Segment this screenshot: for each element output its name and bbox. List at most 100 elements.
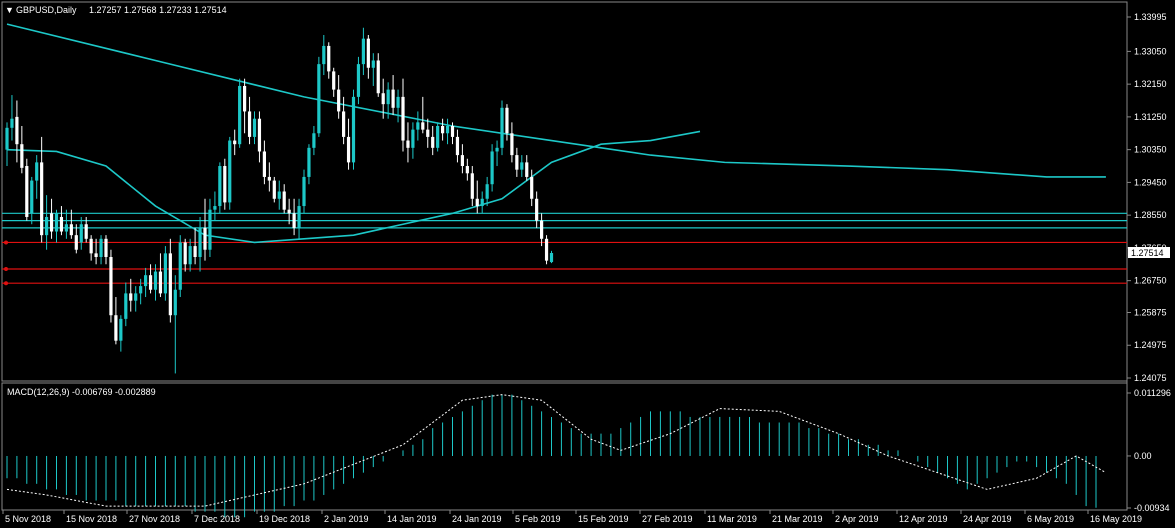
date-tick-label: 12 Apr 2019	[899, 514, 948, 524]
candle-body	[396, 96, 400, 108]
candle-body	[178, 242, 182, 290]
date-tick-label: 5 Feb 2019	[515, 514, 561, 524]
candle-body	[272, 180, 276, 199]
candle-body	[317, 64, 321, 134]
level-handle[interactable]	[4, 240, 8, 245]
price-tick-label: 1.24975	[1134, 340, 1167, 350]
candle-body	[505, 107, 509, 134]
candle-body	[426, 129, 430, 137]
price-tick-label: 1.28550	[1134, 210, 1167, 220]
candle-body	[243, 85, 247, 112]
candle-body	[431, 136, 435, 148]
candle-body	[470, 173, 474, 199]
date-axis: 5 Nov 2018 15 Nov 2018 27 Nov 2018 7 Dec 20…	[2, 510, 1142, 524]
candle-body	[114, 315, 118, 341]
candle-body	[465, 166, 469, 174]
candle-body	[292, 213, 296, 228]
candle-body	[327, 45, 331, 72]
candle-body	[500, 107, 504, 148]
candle-body	[342, 111, 346, 137]
candle-body	[84, 224, 88, 239]
date-tick-label: 27 Feb 2019	[642, 514, 693, 524]
price-tick-label: 1.33050	[1134, 46, 1167, 56]
candle-body	[322, 45, 326, 65]
candle-body	[233, 140, 237, 145]
candle-body	[168, 253, 172, 316]
date-tick-label: 7 Dec 2018	[194, 514, 240, 524]
candle-body	[337, 89, 341, 112]
date-tick-label: 24 Jan 2019	[452, 514, 502, 524]
candle-body	[406, 140, 410, 148]
macd-tick-label: -0.00934	[1134, 503, 1170, 513]
candle-body	[59, 216, 64, 232]
candle-body	[530, 176, 534, 199]
candle-body	[401, 96, 405, 141]
candle-body	[257, 118, 262, 152]
price-tick-label: 1.29450	[1134, 177, 1167, 187]
candle-body	[544, 238, 549, 261]
candle-body	[366, 38, 370, 68]
candle-body	[445, 125, 450, 134]
macd-tick-label: 0.00	[1134, 451, 1152, 461]
candle-body	[450, 125, 455, 137]
candle-body	[361, 38, 365, 65]
candle-body	[287, 209, 291, 214]
date-tick-label: 27 Nov 2018	[129, 514, 180, 524]
candle-body	[535, 198, 539, 221]
candle-body	[54, 213, 59, 232]
candle-body	[525, 162, 529, 177]
candle-body	[183, 242, 187, 265]
candle-body	[520, 162, 524, 170]
candle-body	[30, 180, 34, 214]
candle-body	[356, 64, 361, 97]
macd-panel[interactable]	[1, 382, 1128, 511]
candle-body	[247, 111, 252, 137]
candle-body	[421, 122, 425, 130]
candle-body	[124, 293, 128, 319]
candle-body	[252, 118, 257, 137]
price-tick-label: 1.26750	[1134, 276, 1167, 286]
candle-body	[436, 125, 440, 148]
candle-body	[203, 227, 207, 250]
candle-body	[153, 271, 158, 290]
candle-body	[371, 60, 375, 68]
candle-body	[262, 151, 266, 177]
candle-body	[163, 253, 167, 294]
price-chart[interactable]: 1.33995 1.33050 1.32150 1.31250 1.30350 1.294…	[0, 0, 1175, 528]
candle-body	[10, 118, 14, 128]
date-tick-label: 19 Dec 2018	[259, 514, 310, 524]
price-panel[interactable]	[1, 1, 1128, 382]
macd-label: MACD(12,26,9) -0.006769 -0.002889	[7, 387, 156, 397]
candle-body	[282, 191, 286, 210]
date-tick-label: 15 Nov 2018	[66, 514, 117, 524]
candle-body	[104, 238, 108, 257]
candle-body	[40, 162, 44, 236]
candle-body	[238, 85, 242, 145]
candle-body	[193, 246, 197, 257]
level-handle[interactable]	[4, 281, 8, 286]
candle-body	[302, 176, 306, 207]
candle-body	[228, 140, 232, 203]
price-tick-label: 1.33995	[1134, 12, 1167, 22]
candle-body	[515, 155, 519, 170]
candle-body	[15, 116, 19, 145]
price-tick-label: 1.32150	[1134, 79, 1167, 89]
candle-body	[64, 224, 68, 232]
candle-body	[213, 206, 217, 210]
symbol-label: GBPUSD,Daily	[16, 5, 77, 15]
candle-body	[480, 198, 484, 207]
candle-body	[109, 256, 113, 316]
candle-body	[158, 271, 163, 294]
candle-body	[416, 122, 420, 130]
date-tick-label: 2 Apr 2019	[835, 514, 879, 524]
date-tick-label: 24 Apr 2019	[963, 514, 1012, 524]
date-tick-label: 21 Mar 2019	[772, 514, 823, 524]
chart-dropdown-icon[interactable]: ▼	[5, 5, 14, 15]
candle-body	[351, 96, 356, 163]
price-tick-label: 1.25875	[1134, 307, 1167, 317]
date-tick-label: 6 May 2019	[1027, 514, 1074, 524]
candle-body	[495, 147, 499, 152]
level-handle[interactable]	[4, 267, 8, 272]
candle-body	[441, 125, 445, 134]
candle-body	[94, 253, 98, 257]
